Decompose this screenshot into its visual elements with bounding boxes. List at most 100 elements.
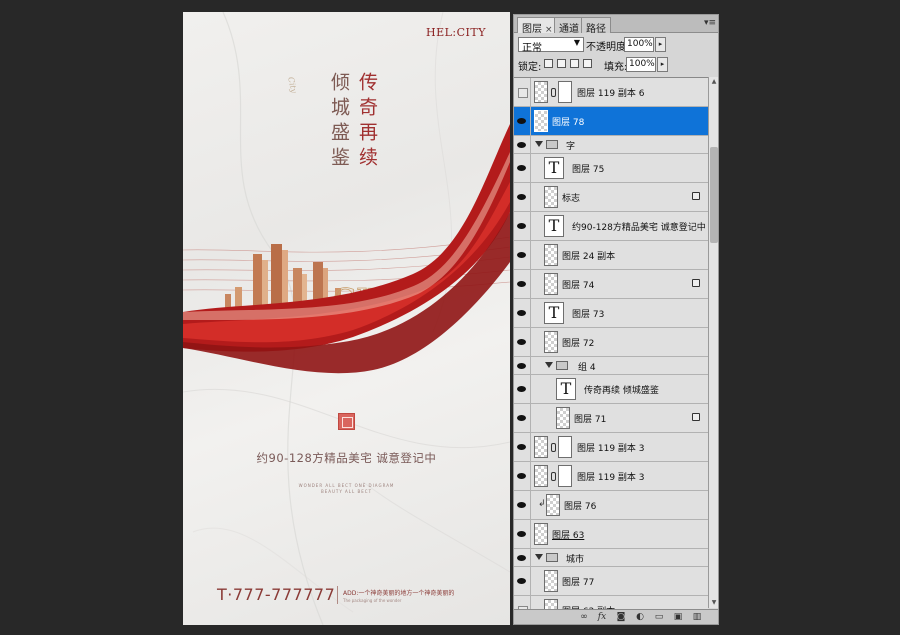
opacity-input[interactable]: 100% [624,37,654,52]
layer-thumbnail [544,331,558,353]
chevron-down-icon[interactable] [535,141,543,147]
layer-name: 传奇再续 倾城盛鉴 [584,386,659,396]
new-layer-icon[interactable]: ▣ [672,612,684,623]
visibility-toggle[interactable] [514,433,531,461]
layer-thumbnail [544,186,558,208]
layer-thumbnail [544,244,558,266]
layer-row[interactable]: T 约90-128方精品美宅 诚意登记中 [514,212,708,241]
visibility-toggle[interactable] [514,549,531,566]
lock-fill-row: 锁定: 填充: 100% ▸ [516,57,718,73]
lock-icon [692,192,700,200]
blend-opacity-row: 正常 ▼ 不透明度: 100% ▸ [516,36,718,54]
fill-input[interactable]: 100% [626,57,656,72]
layer-row[interactable]: 图层 63 [514,520,708,549]
visibility-toggle[interactable] [514,270,531,298]
visibility-toggle[interactable] [514,107,531,135]
layer-row[interactable]: 图层 72 [514,328,708,357]
poster-canvas[interactable]: HEL:CITY City 倾城盛鉴 传奇再续 约90-128方精品美宅 诚意登… [183,12,510,625]
text-layer-icon: T [544,157,564,179]
visibility-toggle[interactable] [514,78,531,106]
small-caption-1: WONDER ALL BECT ONE DIAGRAM [298,483,395,488]
layer-row[interactable]: 图层 119 副本 3 [514,462,708,491]
layer-row[interactable]: ↲ 图层 76 [514,491,708,520]
blend-mode-select[interactable]: 正常 ▼ [518,37,584,54]
chevron-down-icon[interactable] [535,554,543,560]
layer-name: 图层 63 [552,531,585,541]
panel-tabs: 图层 × 通道 路径 ▾≡ [514,15,718,35]
layer-row[interactable]: 图层 71 [514,404,708,433]
visibility-toggle[interactable] [514,241,531,269]
link-layers-icon[interactable]: ∞ [578,612,590,623]
lock-transparency-icon[interactable] [544,59,553,68]
layers-scrollbar[interactable]: ▲ ▼ [708,77,718,608]
layer-thumbnail [534,465,548,487]
lock-all-icon[interactable] [583,59,592,68]
tab-channels[interactable]: 通道 [554,17,584,35]
scroll-down-icon[interactable]: ▼ [710,599,718,607]
lock-image-icon[interactable] [557,59,566,68]
scroll-up-icon[interactable]: ▲ [710,78,718,86]
layer-name: 约90-128方精品美宅 诚意登记中 [572,223,706,233]
layer-name: 图层 76 [564,502,597,512]
visibility-toggle[interactable] [514,404,531,432]
visibility-toggle[interactable] [514,462,531,490]
group-row[interactable]: 城市 [514,549,708,567]
layer-row[interactable]: 图层 24 副本 [514,241,708,270]
new-group-icon[interactable]: ▭ [653,612,665,623]
opacity-label: 不透明度: [586,42,630,53]
layer-name: 组 4 [578,363,596,373]
fx-icon[interactable]: fx [596,612,608,623]
layer-row[interactable]: 图层 77 [514,567,708,596]
layer-thumbnail [534,81,548,103]
visibility-toggle[interactable] [514,491,531,519]
visibility-toggle[interactable] [514,520,531,548]
visibility-toggle[interactable] [514,357,531,374]
group-row[interactable]: 组 4 [514,357,708,375]
text-layer-icon: T [544,302,564,324]
visibility-toggle[interactable] [514,567,531,595]
address-subtext: The packaging of the wonder [343,598,402,603]
layers-panel: 图层 × 通道 路径 ▾≡ 正常 ▼ 不透明度: 100% ▸ 锁定: 填充: 10… [513,14,719,625]
layer-name: 图层 78 [552,118,585,128]
close-icon[interactable]: × [545,25,553,35]
visibility-toggle[interactable] [514,328,531,356]
layer-row[interactable]: 标志 [514,183,708,212]
footer-divider [337,586,338,604]
tab-paths[interactable]: 路径 [581,17,611,35]
layer-row[interactable]: T 图层 75 [514,154,708,183]
adjustment-layer-icon[interactable]: ◐ [634,612,646,623]
lock-position-icon[interactable] [570,59,579,68]
opacity-slider-button[interactable]: ▸ [655,37,666,52]
layer-name: 图层 119 副本 3 [577,444,645,454]
layer-name: 图层 72 [562,339,595,349]
layer-thumbnail [546,494,560,516]
layer-thumbnail [534,523,548,545]
visibility-toggle[interactable] [514,375,531,403]
layer-row[interactable]: 图层 74 [514,270,708,299]
layer-row[interactable]: 图层 119 副本 6 [514,78,708,107]
folder-icon [546,553,558,562]
scrollbar-thumb[interactable] [710,147,718,243]
mask-thumbnail[interactable] [558,436,572,458]
layer-row[interactable]: 图层 119 副本 3 [514,433,708,462]
layer-name: 图层 24 副本 [562,252,616,262]
clipping-arrow-icon: ↲ [538,499,546,509]
fill-slider-button[interactable]: ▸ [657,57,668,72]
chevron-down-icon[interactable] [545,362,553,368]
tab-layers[interactable]: 图层 × [517,17,558,35]
visibility-toggle[interactable] [514,183,531,211]
group-row[interactable]: 字 [514,136,708,154]
mask-thumbnail[interactable] [558,465,572,487]
layer-row[interactable]: T 传奇再续 倾城盛鉴 [514,375,708,404]
visibility-toggle[interactable] [514,154,531,182]
visibility-toggle[interactable] [514,136,531,153]
panel-menu-icon[interactable]: ▾≡ [704,18,716,28]
mask-thumbnail[interactable] [558,81,572,103]
layer-row[interactable]: T 图层 73 [514,299,708,328]
visibility-toggle[interactable] [514,299,531,327]
visibility-toggle[interactable] [514,212,531,240]
layer-name: 字 [566,142,576,152]
trash-icon[interactable]: ▥ [691,612,703,623]
layer-row-selected[interactable]: 图层 78 [514,107,708,136]
add-mask-icon[interactable]: ◙ [615,612,627,623]
